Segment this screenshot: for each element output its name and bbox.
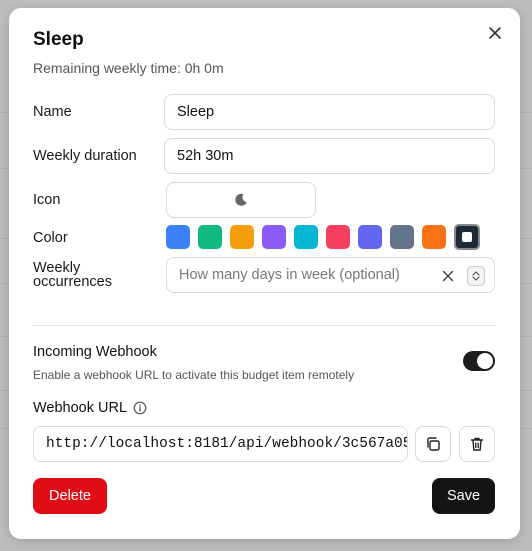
color-swatch[interactable] xyxy=(230,225,254,249)
delete-button[interactable]: Delete xyxy=(33,478,107,514)
info-icon[interactable] xyxy=(133,401,147,415)
weekly-occurrences-field xyxy=(166,257,495,293)
clear-icon[interactable] xyxy=(442,267,454,287)
weekly-occurrences-input[interactable] xyxy=(179,267,429,283)
webhook-toggle[interactable] xyxy=(463,351,495,371)
name-label: Name xyxy=(33,104,72,120)
close-icon xyxy=(489,27,501,39)
save-button[interactable]: Save xyxy=(432,478,495,514)
icon-label: Icon xyxy=(33,192,61,208)
color-swatch[interactable] xyxy=(422,225,446,249)
regenerate-url-button[interactable] xyxy=(459,426,495,462)
toggle-knob xyxy=(477,353,493,369)
color-swatch[interactable] xyxy=(390,225,414,249)
weekly-occurrences-label: Weekly occurrences xyxy=(33,260,112,290)
dialog-title: Sleep xyxy=(33,29,84,50)
edit-budget-item-dialog: Sleep Remaining weekly time: 0h 0m Name … xyxy=(9,8,520,539)
color-swatch[interactable] xyxy=(262,225,286,249)
incoming-webhook-title: Incoming Webhook xyxy=(33,344,157,360)
weekly-duration-label: Weekly duration xyxy=(33,148,137,164)
color-swatch[interactable] xyxy=(198,225,222,249)
copy-url-button[interactable] xyxy=(415,426,451,462)
stepper-arrows-icon xyxy=(472,271,480,281)
name-input[interactable]: Sleep xyxy=(164,94,495,130)
weekly-occurrences-label-line1: Weekly xyxy=(33,260,81,276)
color-swatch[interactable] xyxy=(358,225,382,249)
section-divider xyxy=(33,325,496,326)
trash-icon xyxy=(470,437,484,451)
color-swatch[interactable] xyxy=(166,225,190,249)
webhook-url-label: Webhook URL xyxy=(33,400,128,416)
weekly-occurrences-label-line2: occurrences xyxy=(33,274,112,290)
webhook-url-label-row: Webhook URL xyxy=(33,400,147,416)
incoming-webhook-description: Enable a webhook URL to activate this bu… xyxy=(33,368,355,382)
color-swatch[interactable] xyxy=(326,225,350,249)
weekly-duration-input[interactable]: 52h 30m xyxy=(164,138,495,174)
remaining-time-text: Remaining weekly time: 0h 0m xyxy=(33,60,224,76)
color-swatch-list xyxy=(166,224,488,250)
copy-icon xyxy=(427,437,440,451)
moon-icon xyxy=(235,193,247,206)
icon-picker-button[interactable] xyxy=(166,182,316,218)
color-swatch[interactable] xyxy=(294,225,318,249)
close-button[interactable] xyxy=(484,22,506,44)
color-label: Color xyxy=(33,230,68,246)
number-stepper[interactable] xyxy=(467,266,485,286)
selected-indicator xyxy=(462,232,472,242)
webhook-url-field[interactable]: http://localhost:8181/api/webhook/3c567a… xyxy=(33,426,408,462)
color-swatch-selected[interactable] xyxy=(454,224,480,250)
